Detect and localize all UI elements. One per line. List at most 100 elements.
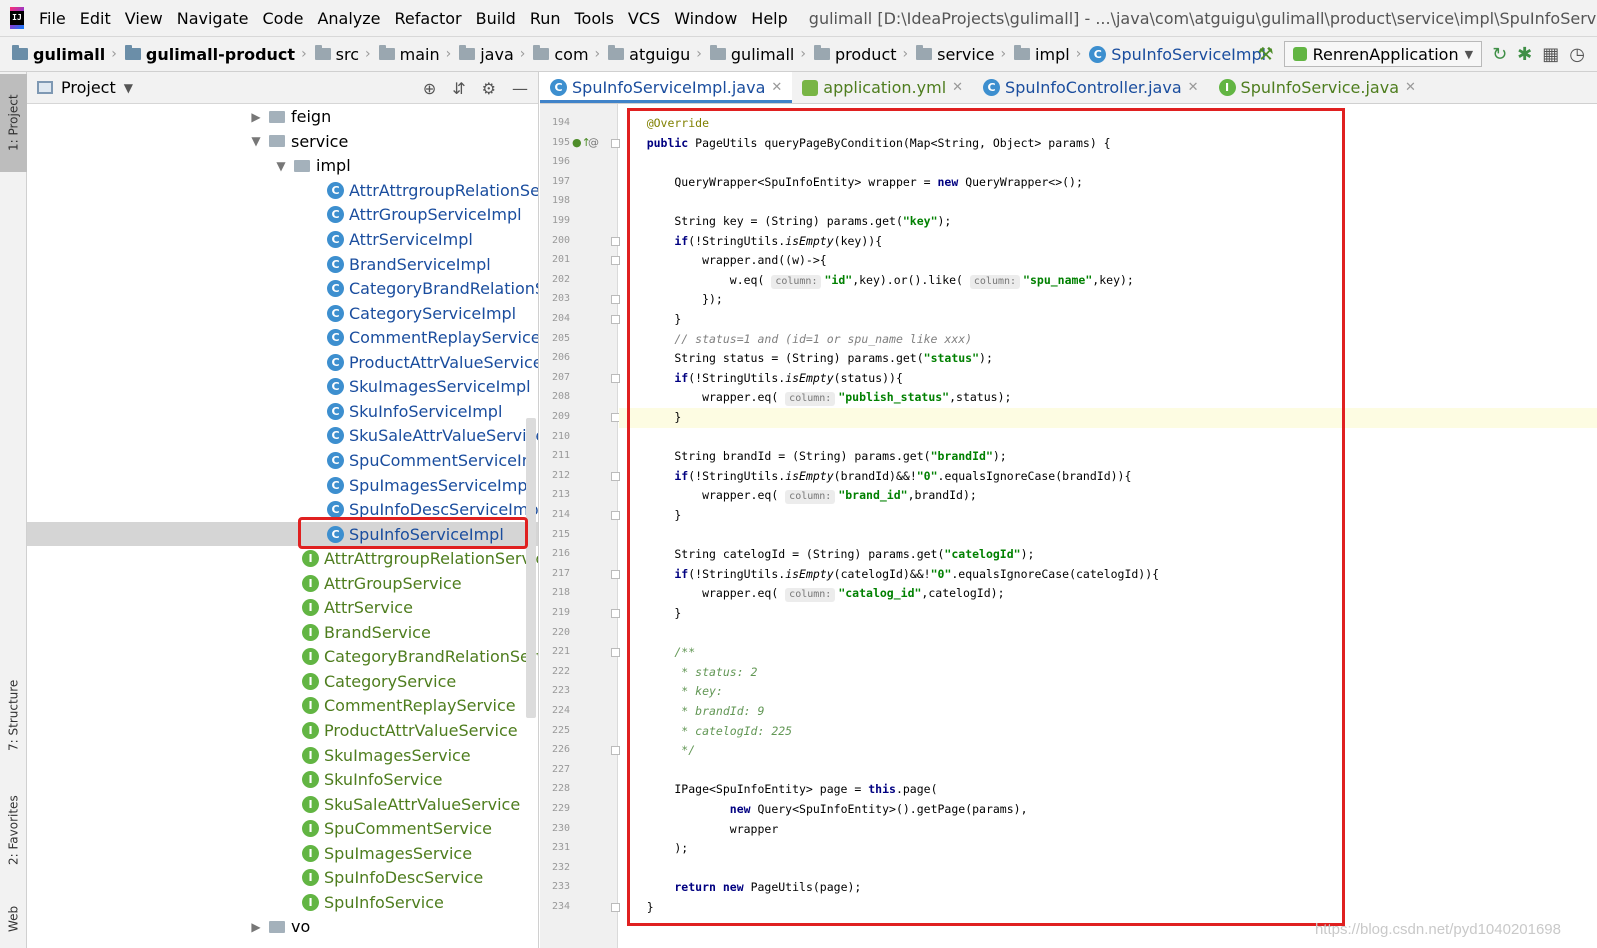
tree-folder[interactable]: ▼ service: [27, 129, 538, 154]
tree-folder[interactable]: ▼ impl: [27, 154, 538, 179]
code-line[interactable]: }: [619, 604, 1597, 624]
debug-bug-icon[interactable]: ✱: [1517, 44, 1532, 65]
breadcrumb-item[interactable]: src ›: [311, 45, 375, 64]
breadcrumb-item[interactable]: main ›: [375, 45, 456, 64]
code-line[interactable]: if(!StringUtils.isEmpty(catelogId)&&!"0"…: [619, 565, 1597, 585]
code-line[interactable]: public PageUtils queryPageByCondition(Ma…: [619, 134, 1597, 154]
tree-file[interactable]: C CategoryBrandRelationServiceImpl: [27, 276, 538, 301]
menu-navigate[interactable]: Navigate: [170, 9, 256, 28]
code-line[interactable]: * brandId: 9: [619, 702, 1597, 722]
breadcrumb-item[interactable]: gulimall-product ›: [121, 45, 311, 64]
code-line[interactable]: [619, 526, 1597, 546]
tree-file[interactable]: I SpuImagesService: [27, 841, 538, 866]
tree-file[interactable]: I ProductAttrValueService: [27, 718, 538, 743]
tree-file[interactable]: I CategoryService: [27, 669, 538, 694]
chevron-right-icon[interactable]: ▶: [249, 920, 263, 934]
tree-file[interactable]: C AttrServiceImpl: [27, 227, 538, 252]
menu-vcs[interactable]: VCS: [621, 9, 667, 28]
tree-file[interactable]: C SkuSaleAttrValueServiceImpl: [27, 424, 538, 449]
tree-file[interactable]: I BrandService: [27, 620, 538, 645]
tree-file[interactable]: I SkuSaleAttrValueService: [27, 792, 538, 817]
code-line[interactable]: * key:: [619, 682, 1597, 702]
chevron-down-icon[interactable]: ▼: [124, 81, 133, 95]
code-line[interactable]: String key = (String) params.get("key");: [619, 212, 1597, 232]
tool-tab-project[interactable]: 1: Project: [0, 74, 27, 172]
breadcrumb-item[interactable]: impl ›: [1010, 45, 1085, 64]
breadcrumb-item[interactable]: gulimall ›: [706, 45, 810, 64]
tree-file[interactable]: I SkuImagesService: [27, 743, 538, 768]
tree-file[interactable]: I AttrGroupService: [27, 571, 538, 596]
code-line[interactable]: wrapper.and((w)->{: [619, 251, 1597, 271]
chevron-right-icon[interactable]: ▶: [249, 110, 263, 124]
coverage-icon[interactable]: ▦: [1542, 44, 1559, 65]
menu-build[interactable]: Build: [469, 9, 523, 28]
tree-file[interactable]: I CategoryBrandRelationService: [27, 645, 538, 670]
tree-file[interactable]: C AttrGroupServiceImpl: [27, 203, 538, 228]
breadcrumb-item[interactable]: java ›: [455, 45, 529, 64]
breadcrumb-item[interactable]: service ›: [912, 45, 1010, 64]
menu-run[interactable]: Run: [523, 9, 568, 28]
editor-tab[interactable]: I SpuInfoService.java ✕: [1209, 72, 1426, 103]
code-editor[interactable]: 194 195 196 197 198 199 200 201 202 203 204 205 206 2…: [540, 104, 1597, 948]
locate-crosshair-icon[interactable]: ⊕: [423, 79, 436, 98]
code-line[interactable]: wrapper.eq( column: "brand_id",brandId);: [619, 486, 1597, 506]
tree-file[interactable]: I SkuInfoService: [27, 767, 538, 792]
code-line[interactable]: * catelogId: 225: [619, 722, 1597, 742]
collapse-all-icon[interactable]: ⇵: [452, 79, 465, 98]
code-line[interactable]: * status: 2: [619, 663, 1597, 683]
tree-file[interactable]: C SpuInfoServiceImpl: [27, 521, 538, 547]
code-line[interactable]: String status = (String) params.get("sta…: [619, 349, 1597, 369]
tree-file[interactable]: I CommentReplayService: [27, 694, 538, 719]
tool-tab-web[interactable]: Web: [0, 894, 27, 944]
breadcrumb-item[interactable]: com ›: [529, 45, 604, 64]
menu-refactor[interactable]: Refactor: [388, 9, 469, 28]
tool-tab-favorites[interactable]: 2: Favorites: [0, 780, 27, 880]
code-line[interactable]: [619, 624, 1597, 644]
chevron-down-icon[interactable]: ▼: [274, 159, 288, 173]
tree-file[interactable]: C CategoryServiceImpl: [27, 301, 538, 326]
code-line[interactable]: [619, 761, 1597, 781]
code-line[interactable]: IPage<SpuInfoEntity> page = this.page(: [619, 780, 1597, 800]
menu-edit[interactable]: Edit: [73, 9, 118, 28]
profile-icon[interactable]: ◷: [1569, 44, 1585, 65]
code-line[interactable]: String catelogId = (String) params.get("…: [619, 545, 1597, 565]
close-icon[interactable]: ✕: [1405, 80, 1416, 95]
tree-file[interactable]: C SpuCommentServiceImpl: [27, 448, 538, 473]
code-line[interactable]: [619, 192, 1597, 212]
code-line[interactable]: }: [619, 408, 1597, 428]
code-line[interactable]: wrapper: [619, 820, 1597, 840]
tree-file[interactable]: C CommentReplayServiceImpl: [27, 325, 538, 350]
code-line[interactable]: String brandId = (String) params.get("br…: [619, 447, 1597, 467]
build-hammer-icon[interactable]: ⚒: [1257, 44, 1273, 65]
tree-file[interactable]: C SkuInfoServiceImpl: [27, 399, 538, 424]
menu-tools[interactable]: Tools: [568, 9, 621, 28]
code-line[interactable]: w.eq( column: "id",key).or().like( column…: [619, 271, 1597, 291]
code-line[interactable]: /**: [619, 643, 1597, 663]
close-icon[interactable]: ✕: [952, 80, 963, 95]
tree-file[interactable]: C BrandServiceImpl: [27, 252, 538, 277]
code-line[interactable]: if(!StringUtils.isEmpty(status)){: [619, 369, 1597, 389]
code-line[interactable]: }: [619, 506, 1597, 526]
project-view-select[interactable]: Project: [61, 78, 116, 97]
menu-analyze[interactable]: Analyze: [310, 9, 387, 28]
tree-file[interactable]: C ProductAttrValueServiceImpl: [27, 350, 538, 375]
project-scrollbar[interactable]: [526, 418, 536, 718]
menu-view[interactable]: View: [118, 9, 170, 28]
tree-file[interactable]: C SpuInfoDescServiceImpl: [27, 497, 538, 522]
menu-code[interactable]: Code: [256, 9, 311, 28]
tree-file[interactable]: I SpuCommentService: [27, 816, 538, 841]
tree-file[interactable]: C AttrAttrgroupRelationServiceImpl: [27, 178, 538, 203]
code-line[interactable]: wrapper.eq( column: "catalog_id",catelogI…: [619, 584, 1597, 604]
tree-file[interactable]: I AttrAttrgroupRelationService: [27, 546, 538, 571]
code-line[interactable]: );: [619, 839, 1597, 859]
code-line[interactable]: if(!StringUtils.isEmpty(brandId)&&!"0".e…: [619, 467, 1597, 487]
tree-file[interactable]: C SkuImagesServiceImpl: [27, 375, 538, 400]
menu-file[interactable]: File: [32, 9, 73, 28]
breadcrumb-item[interactable]: gulimall ›: [8, 45, 121, 64]
tree-file[interactable]: C SpuImagesServiceImpl: [27, 473, 538, 498]
code-line[interactable]: wrapper.eq( column: "publish_status",stat…: [619, 388, 1597, 408]
tree-file[interactable]: I SpuInfoService: [27, 890, 538, 915]
code-line[interactable]: */: [619, 741, 1597, 761]
code-line[interactable]: // status=1 and (id=1 or spu_name like x…: [619, 330, 1597, 350]
menu-window[interactable]: Window: [667, 9, 744, 28]
